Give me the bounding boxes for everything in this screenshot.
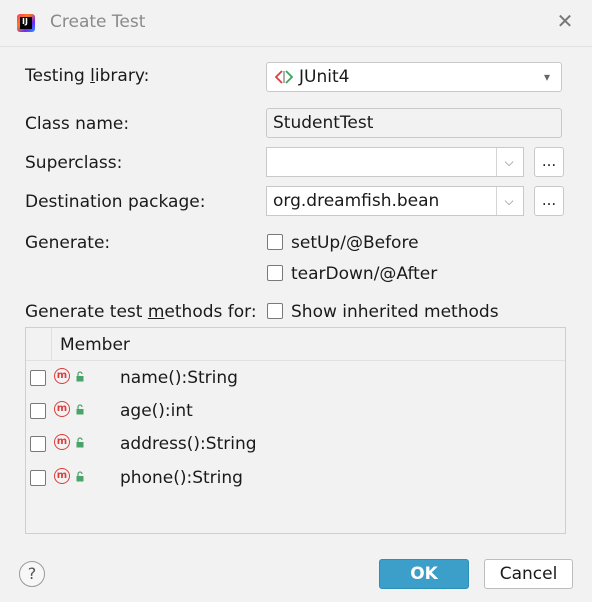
testing-library-select[interactable]: JUnit4 ▾ xyxy=(266,62,562,92)
table-row[interactable]: m address():String xyxy=(26,428,565,461)
method-icon: m xyxy=(54,434,70,450)
chevron-down-icon[interactable]: ⌵ xyxy=(500,192,518,210)
title-bar: IJ Create Test ✕ xyxy=(0,0,592,47)
table-row[interactable]: m age():int xyxy=(26,395,565,428)
member-name: age():int xyxy=(120,401,193,421)
cancel-button[interactable]: Cancel xyxy=(484,559,573,589)
dialog-title: Create Test xyxy=(50,12,146,32)
destination-package-combo[interactable]: org.dreamfish.bean ⌵ xyxy=(266,186,524,216)
checkbox-column-header xyxy=(26,328,52,360)
method-icon: m xyxy=(54,468,70,484)
class-name-value: StudentTest xyxy=(273,113,374,133)
chevron-down-icon[interactable]: ⌵ xyxy=(500,153,518,171)
combo-separator xyxy=(496,187,497,215)
close-icon[interactable]: ✕ xyxy=(554,10,576,32)
member-name: address():String xyxy=(120,434,257,454)
superclass-label: Superclass: xyxy=(25,153,123,173)
intellij-idea-icon: IJ xyxy=(17,14,35,32)
table-header: Member xyxy=(26,328,565,361)
lock-open-icon xyxy=(76,371,84,382)
destination-package-value: org.dreamfish.bean xyxy=(273,191,440,211)
destination-package-label: Destination package: xyxy=(25,192,206,212)
generate-label: Generate: xyxy=(25,233,111,253)
lock-open-icon xyxy=(76,471,84,482)
lock-open-icon xyxy=(76,437,84,448)
method-icon: m xyxy=(54,401,70,417)
method-icon: m xyxy=(54,368,70,384)
testing-library-label: Testing library: xyxy=(25,66,150,86)
setup-before-checkbox[interactable] xyxy=(267,234,283,250)
chevron-down-icon[interactable]: ▾ xyxy=(539,69,555,85)
member-name: phone():String xyxy=(120,468,243,488)
teardown-after-checkbox[interactable] xyxy=(267,265,283,281)
show-inherited-label: Show inherited methods xyxy=(291,302,499,322)
teardown-after-label: tearDown/@After xyxy=(291,264,438,284)
superclass-combo[interactable]: ⌵ xyxy=(266,147,524,177)
member-checkbox[interactable] xyxy=(30,436,46,452)
member-checkbox[interactable] xyxy=(30,470,46,486)
setup-before-label: setUp/@Before xyxy=(291,233,419,253)
generate-methods-label: Generate test methods for: xyxy=(25,302,257,322)
destination-package-browse-button[interactable]: ... xyxy=(534,186,564,216)
superclass-browse-button[interactable]: ... xyxy=(534,147,564,177)
lock-open-icon xyxy=(76,404,84,415)
class-name-field[interactable]: StudentTest xyxy=(266,108,562,138)
testing-library-value: JUnit4 xyxy=(299,67,350,87)
table-row[interactable]: m phone():String xyxy=(26,462,565,495)
member-column-header[interactable]: Member xyxy=(60,335,130,355)
member-checkbox[interactable] xyxy=(30,370,46,386)
members-table: Member m name():String m age():int m add… xyxy=(25,327,566,534)
class-name-label: Class name: xyxy=(25,114,130,134)
ok-button[interactable]: OK xyxy=(379,559,469,589)
combo-separator xyxy=(496,148,497,176)
show-inherited-checkbox[interactable] xyxy=(267,303,283,319)
help-button[interactable]: ? xyxy=(19,561,45,587)
member-name: name():String xyxy=(120,368,238,388)
table-row[interactable]: m name():String xyxy=(26,362,565,395)
member-checkbox[interactable] xyxy=(30,403,46,419)
junit-icon xyxy=(275,70,293,84)
